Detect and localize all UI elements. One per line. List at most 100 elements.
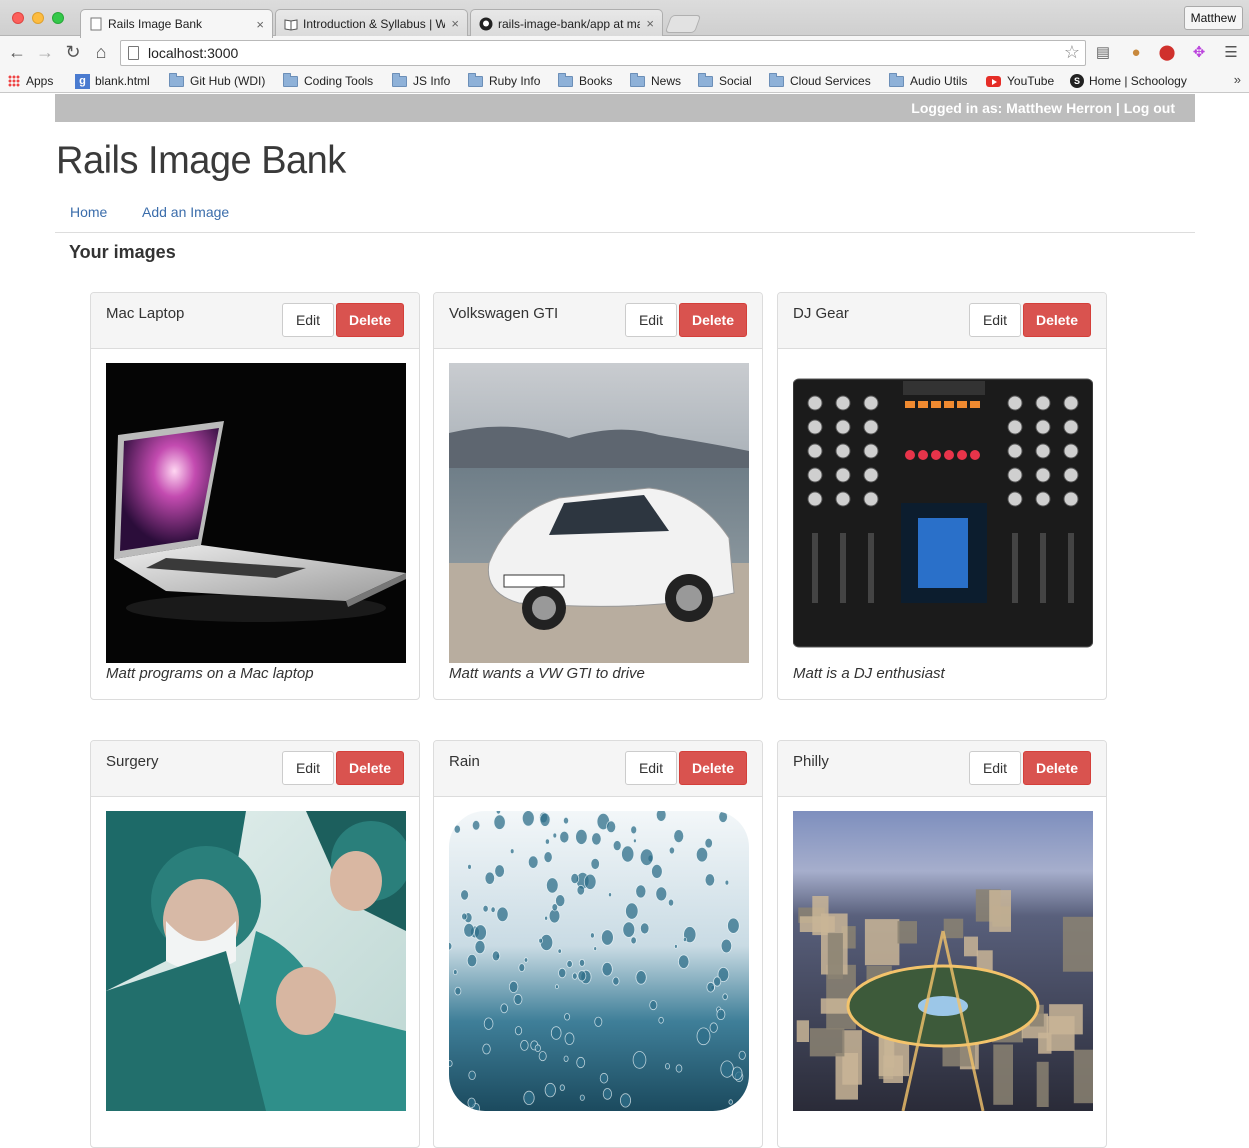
close-icon[interactable]: × [646,16,654,31]
delete-button[interactable]: Delete [679,303,747,337]
bookmark-folder-audio-utils[interactable]: Audio Utils [889,72,967,89]
folder-icon [283,72,298,87]
edit-button[interactable]: Edit [625,303,677,337]
book-icon [284,17,298,31]
browser-tab-1[interactable]: Rails Image Bank × [80,9,273,38]
edit-button[interactable]: Edit [969,303,1021,337]
site-title: Rails Image Bank [56,139,346,183]
car-image [449,363,749,663]
edit-button[interactable]: Edit [625,751,677,785]
minimize-window-button[interactable] [32,12,44,24]
section-heading: Your images [69,242,176,262]
browser-tab-3[interactable]: rails-image-bank/app at ma × [470,9,663,37]
bookmark-apps[interactable]: Apps [8,73,53,89]
bookmark-youtube[interactable]: YouTube [986,73,1054,89]
image-card: Philly Edit Delete [777,740,1107,1148]
close-icon[interactable]: × [451,16,459,31]
bookmark-folder-coding-tools[interactable]: Coding Tools [283,72,373,89]
city-image [793,811,1093,1111]
github-icon [479,17,493,31]
folder-icon [169,72,184,87]
surgery-image [106,811,406,1111]
bookmarks-overflow-icon[interactable]: » [1234,72,1241,87]
home-icon[interactable]: ⌂ [90,41,112,63]
delete-button[interactable]: Delete [336,751,404,785]
color-picker-icon[interactable]: ✥ [1189,43,1209,63]
rain-image [449,811,749,1111]
image-title: Mac Laptop [106,305,185,322]
page-icon [128,46,139,60]
bookmark-schoology[interactable]: S Home | Schoology [1070,73,1187,89]
logged-in-label: Logged in as: Matthew Herron [911,100,1112,116]
browser-tab-2[interactable]: Introduction & Syllabus | W × [275,9,468,37]
main-nav: Home Add an Image [55,198,1195,233]
folder-icon [889,72,904,87]
nav-add-image-link[interactable]: Add an Image [142,204,229,220]
image-card: Mac Laptop Edit Delete Matt programs on … [90,292,420,700]
card-header: Philly Edit Delete [778,741,1106,797]
image-card: Surgery Edit Delete [90,740,420,1148]
edit-button[interactable]: Edit [969,751,1021,785]
forward-arrow-icon[interactable]: → [34,41,56,63]
delete-button[interactable]: Delete [336,303,404,337]
url-text[interactable]: localhost:3000 [148,45,238,61]
folder-icon [392,72,407,87]
folder-icon [558,72,573,87]
card-header: Volkswagen GTI Edit Delete [434,293,762,349]
bookmark-folder-social[interactable]: Social [698,72,752,89]
menu-icon[interactable]: ☰ [1221,43,1241,63]
tab-title: Introduction & Syllabus | W [303,16,446,31]
logout-link[interactable]: Log out [1124,100,1175,116]
close-window-button[interactable] [12,12,24,24]
tab-title: Rails Image Bank [108,17,203,31]
image-title: DJ Gear [793,305,849,322]
address-bar[interactable]: localhost:3000 ☆ [120,40,1086,66]
bookmark-folder-news[interactable]: News [630,72,681,89]
image-title: Philly [793,753,829,770]
cast-icon[interactable]: ▤ [1093,43,1113,63]
image-caption: Matt programs on a Mac laptop [106,665,314,682]
edit-button[interactable]: Edit [282,751,334,785]
reload-icon[interactable]: ↻ [62,41,84,63]
bookmarks-bar: Apps g blank.html Git Hub (WDI) Coding To… [0,69,1249,93]
card-header: Mac Laptop Edit Delete [91,293,419,349]
user-bar: Logged in as: Matthew Herron | Log out [55,94,1195,122]
bookmark-folder-ruby-info[interactable]: Ruby Info [468,72,540,89]
folder-icon [769,72,784,87]
zoom-window-button[interactable] [52,12,64,24]
profile-button[interactable]: Matthew [1183,6,1243,30]
card-header: Surgery Edit Delete [91,741,419,797]
laptop-image [106,363,406,663]
image-title: Rain [449,753,480,770]
new-tab-button[interactable] [664,15,702,33]
bookmark-folder-github[interactable]: Git Hub (WDI) [169,72,265,89]
image-card: Rain Edit Delete [433,740,763,1148]
delete-button[interactable]: Delete [1023,303,1091,337]
edit-button[interactable]: Edit [282,303,334,337]
image-caption: Matt is a DJ enthusiast [793,665,945,682]
back-arrow-icon[interactable]: ← [6,41,28,63]
adblock-icon[interactable]: ⬤ [1157,43,1177,63]
bookmark-folder-cloud-services[interactable]: Cloud Services [769,72,871,89]
close-icon[interactable]: × [256,17,264,32]
nav-home-link[interactable]: Home [70,204,107,220]
image-title: Volkswagen GTI [449,305,559,322]
logged-in-status: Logged in as: Matthew Herron | Log out [911,100,1175,116]
apps-grid-icon [8,75,20,87]
bookmark-folder-books[interactable]: Books [558,72,612,89]
bookmark-star-icon[interactable]: ☆ [1064,42,1080,63]
folder-icon [468,72,483,87]
image-card: DJ Gear Edit Delete Matt is a DJ enthusi… [777,292,1107,700]
delete-button[interactable]: Delete [679,751,747,785]
youtube-icon [986,75,1001,87]
image-card: Volkswagen GTI Edit Delete Matt wants a … [433,292,763,700]
delete-button[interactable]: Delete [1023,751,1091,785]
cookie-icon[interactable]: ● [1126,43,1146,63]
bookmark-folder-js-info[interactable]: JS Info [392,72,450,89]
bookmark-blank[interactable]: g blank.html [75,73,150,89]
tab-title: rails-image-bank/app at ma [498,16,641,31]
folder-icon [630,72,645,87]
folder-icon [698,72,713,87]
browser-tabstrip: Rails Image Bank × Introduction & Syllab… [0,0,1249,38]
card-header: DJ Gear Edit Delete [778,293,1106,349]
